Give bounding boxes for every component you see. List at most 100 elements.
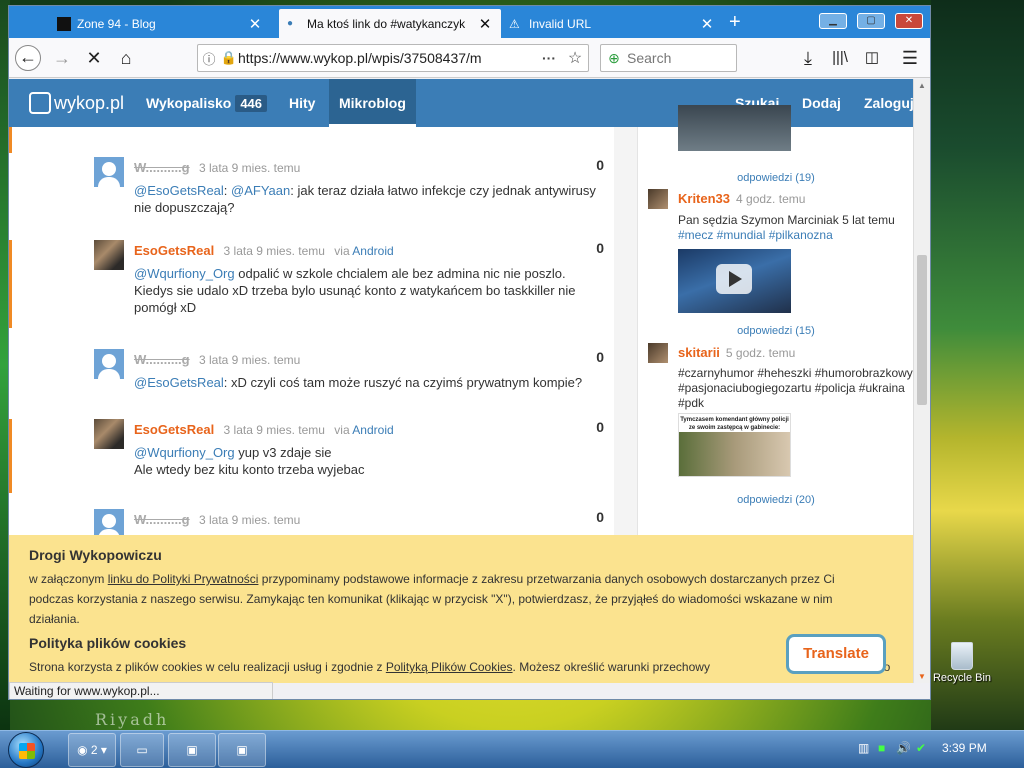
download-icon[interactable]: ⤓ bbox=[795, 45, 821, 71]
vote-score[interactable]: 0 bbox=[596, 240, 604, 256]
translate-button[interactable]: Translate bbox=[786, 634, 886, 674]
comment-time[interactable]: 3 lata 9 mies. temu bbox=[224, 423, 325, 437]
comment-time[interactable]: 3 lata 9 mies. temu bbox=[199, 513, 300, 527]
comment-author[interactable]: EsoGetsReal bbox=[134, 422, 214, 437]
text: Strona korzysta z plików cookies w celu … bbox=[29, 660, 386, 674]
home-button[interactable]: ⌂ bbox=[113, 45, 139, 71]
tab-invalid-url[interactable]: ⚠ Invalid URL ✕ bbox=[501, 9, 723, 38]
url-bar[interactable]: ⓘ 🔒 https://www.wykop.pl/wpis/37508437/m… bbox=[197, 44, 589, 72]
new-tab-button[interactable]: + bbox=[729, 11, 741, 34]
network-icon[interactable]: ▥ bbox=[858, 741, 869, 755]
meme-caption: Tymczasem komendant główny policji ze sw… bbox=[680, 417, 789, 431]
vote-score[interactable]: 0 bbox=[596, 419, 604, 435]
post-thumbnail[interactable] bbox=[678, 105, 791, 151]
nav-mikroblog[interactable]: Mikroblog bbox=[329, 79, 416, 127]
comment-author[interactable]: W..........g bbox=[134, 160, 190, 175]
scroll-down-icon[interactable]: ▼ bbox=[918, 672, 926, 681]
avatar[interactable] bbox=[648, 343, 668, 363]
bookmark-star-icon[interactable]: ☆ bbox=[562, 48, 588, 68]
stop-loading-button[interactable]: ✕ bbox=[81, 45, 107, 71]
menu-icon[interactable]: ☰ bbox=[897, 45, 923, 71]
comment-time[interactable]: 3 lata 9 mies. temu bbox=[199, 161, 300, 175]
start-button[interactable] bbox=[8, 732, 44, 768]
vote-score[interactable]: 0 bbox=[596, 157, 604, 173]
cookie-policy-link[interactable]: Polityką Plików Cookies bbox=[386, 660, 513, 674]
meme-image[interactable]: Tymczasem komendant główny policji ze sw… bbox=[678, 413, 791, 477]
comment-mention[interactable]: @Wqurfiony_Org bbox=[134, 266, 235, 281]
avatar[interactable] bbox=[648, 189, 668, 209]
close-window-button[interactable]: ✕ bbox=[895, 13, 923, 29]
scrollbar-thumb[interactable] bbox=[917, 255, 927, 405]
library-icon[interactable]: |||\ bbox=[827, 45, 853, 71]
comment-mention[interactable]: @Wqurfiony_Org bbox=[134, 445, 235, 460]
forward-button[interactable]: → bbox=[49, 45, 75, 71]
lock-icon: 🔒 bbox=[220, 50, 238, 65]
replies-link[interactable]: odpowiedzi (19) bbox=[638, 172, 913, 184]
avatar[interactable] bbox=[94, 419, 124, 449]
comment-meta: W..........g 3 lata 9 mies. temu bbox=[134, 160, 300, 175]
comment-author[interactable]: EsoGetsReal bbox=[134, 243, 214, 258]
video-thumbnail[interactable] bbox=[678, 249, 791, 313]
close-tab-icon[interactable]: ✕ bbox=[247, 15, 263, 33]
taskbar-terminal-2[interactable]: ▣ bbox=[218, 733, 266, 767]
post-tags[interactable]: #czarnyhumor #heheszki #humorobrazkowy #… bbox=[678, 366, 913, 411]
post-tags[interactable]: #mecz #mundial #pilkanozna bbox=[678, 228, 833, 242]
minimize-button[interactable]: ▁ bbox=[819, 13, 847, 29]
vote-score[interactable]: 0 bbox=[596, 509, 604, 525]
taskbar-browser-group[interactable]: ◉ 2 ▾ bbox=[68, 733, 116, 767]
scroll-up-icon[interactable]: ▲ bbox=[918, 81, 926, 90]
tab-title: Zone 94 - Blog bbox=[77, 16, 156, 31]
comment-mention[interactable]: @EsoGetsReal bbox=[134, 183, 224, 198]
post-time[interactable]: 5 godz. temu bbox=[726, 346, 795, 360]
page-actions-icon[interactable]: ··· bbox=[536, 50, 562, 66]
comment-author[interactable]: W..........g bbox=[134, 352, 190, 367]
vertical-scrollbar[interactable]: ▲ ▼ bbox=[913, 79, 930, 683]
comment-time[interactable]: 3 lata 9 mies. temu bbox=[224, 244, 325, 258]
search-bar[interactable]: ⊕ Search bbox=[600, 44, 737, 72]
post-author[interactable]: skitarii bbox=[678, 345, 720, 360]
site-logo[interactable]: wykop.pl bbox=[29, 79, 124, 127]
url-text[interactable]: https://www.wykop.pl/wpis/37508437/m bbox=[238, 50, 536, 66]
tab-zone94[interactable]: Zone 94 - Blog ✕ bbox=[49, 9, 271, 38]
tab-wykop[interactable]: ● Ma ktoś link do #watykanczyk ✕ bbox=[279, 9, 501, 38]
comment-meta: EsoGetsReal 3 lata 9 mies. temu via Andr… bbox=[134, 243, 394, 258]
close-tab-icon[interactable]: ✕ bbox=[699, 15, 715, 33]
windows-logo-icon bbox=[19, 743, 35, 759]
via-android-link[interactable]: Android bbox=[352, 244, 393, 258]
vote-score[interactable]: 0 bbox=[596, 349, 604, 365]
post-author[interactable]: Kriten33 bbox=[678, 191, 730, 206]
post-body: Pan sędzia Szymon Marciniak 5 lat temu bbox=[678, 213, 895, 227]
post-time[interactable]: 4 godz. temu bbox=[736, 192, 805, 206]
close-tab-icon[interactable]: ✕ bbox=[477, 15, 493, 33]
maximize-button[interactable]: ▢ bbox=[857, 13, 885, 29]
comment-text: @EsoGetsReal: xD czyli coś tam może rusz… bbox=[134, 375, 583, 390]
volume-icon[interactable]: 🔊 bbox=[896, 741, 911, 755]
info-icon[interactable]: ⓘ bbox=[198, 49, 220, 68]
nav-hity[interactable]: Hity bbox=[289, 79, 315, 127]
comment-mention[interactable]: @AFYaan bbox=[231, 183, 290, 198]
replies-link[interactable]: odpowiedzi (15) bbox=[638, 325, 913, 337]
avatar[interactable] bbox=[94, 157, 124, 187]
play-icon[interactable] bbox=[716, 264, 752, 294]
avatar[interactable] bbox=[94, 349, 124, 379]
recycle-bin-icon[interactable]: Recycle Bin bbox=[932, 642, 992, 684]
warning-icon: ⚠ bbox=[509, 16, 520, 31]
sidebar-icon[interactable]: ◫ bbox=[859, 45, 885, 71]
back-button[interactable]: ← bbox=[15, 45, 41, 71]
privacy-policy-link[interactable]: linku do Polityki Prywatności bbox=[108, 572, 259, 586]
comment-author[interactable]: W..........g bbox=[134, 512, 190, 527]
via-android-link[interactable]: Android bbox=[352, 423, 393, 437]
nav-zaloguj[interactable]: Zaloguj bbox=[864, 79, 913, 127]
app-tray-icon[interactable]: ■ bbox=[878, 741, 885, 755]
nav-wykopalisko[interactable]: Wykopalisko 446 bbox=[146, 79, 268, 127]
security-icon[interactable]: ✔ bbox=[916, 741, 926, 755]
replies-link[interactable]: odpowiedzi (20) bbox=[638, 494, 913, 506]
comment-time[interactable]: 3 lata 9 mies. temu bbox=[199, 353, 300, 367]
comment-mention[interactable]: @EsoGetsReal bbox=[134, 375, 224, 390]
taskbar-explorer[interactable]: ▭ bbox=[120, 733, 164, 767]
avatar[interactable] bbox=[94, 240, 124, 270]
search-placeholder: Search bbox=[627, 50, 672, 66]
clock[interactable]: 3:39 PM bbox=[942, 741, 987, 755]
taskbar-terminal-1[interactable]: ▣ bbox=[168, 733, 216, 767]
nav-dodaj[interactable]: Dodaj bbox=[802, 79, 841, 127]
